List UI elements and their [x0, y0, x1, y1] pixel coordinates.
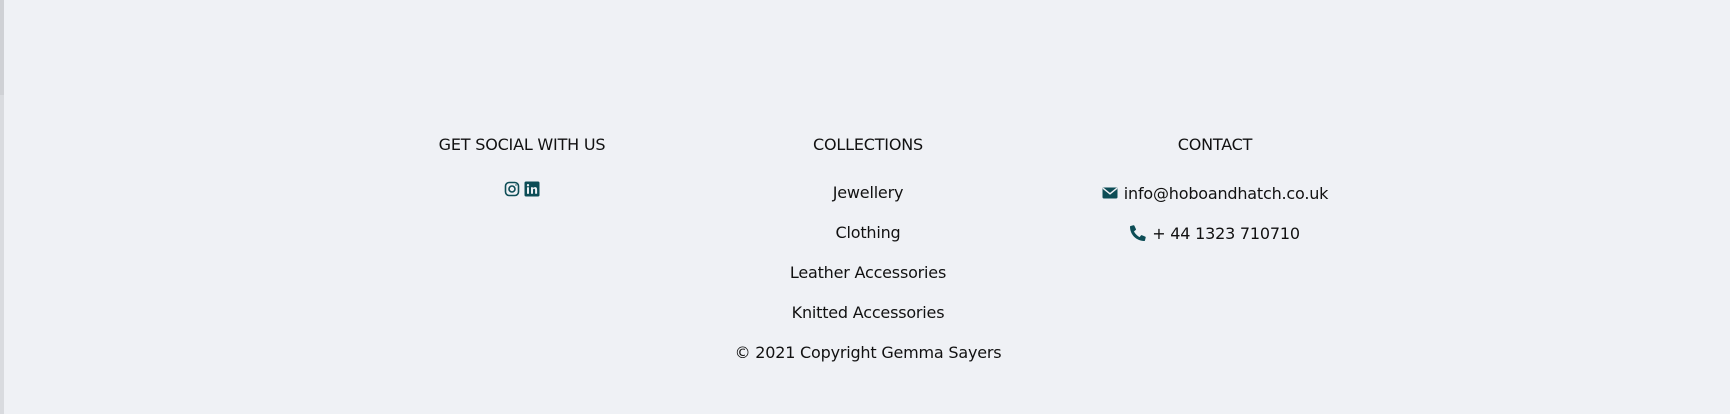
phone-text: + 44 1323 710710 — [1152, 223, 1300, 243]
collections-heading: COLLECTIONS — [813, 135, 923, 154]
collection-link-jewellery[interactable]: Jewellery — [688, 173, 1048, 213]
contact-heading: CONTACT — [1177, 135, 1253, 154]
phone-link[interactable]: + 44 1323 710710 — [1035, 213, 1395, 253]
collection-link-clothing[interactable]: Clothing — [688, 213, 1048, 253]
email-link[interactable]: info@hoboandhatch.co.uk — [1035, 173, 1395, 213]
phone-icon — [1130, 225, 1146, 241]
collection-link-knitted-accessories[interactable]: Knitted Accessories — [688, 293, 1048, 333]
window-edge-top — [0, 0, 4, 95]
social-column: GET SOCIAL WITH US — [342, 133, 702, 199]
linkedin-icon[interactable] — [524, 181, 540, 197]
collections-column: COLLECTIONS Jewellery Clothing Leather A… — [688, 133, 1048, 373]
contact-column: CONTACT info@hoboandhatch.co.uk + 44 132… — [1035, 133, 1395, 253]
contact-list: info@hoboandhatch.co.uk + 44 1323 710710 — [1035, 173, 1395, 253]
social-heading: GET SOCIAL WITH US — [438, 135, 606, 154]
instagram-icon[interactable] — [504, 181, 520, 197]
email-text: info@hoboandhatch.co.uk — [1123, 183, 1329, 203]
social-icons — [342, 181, 702, 199]
envelope-icon — [1102, 185, 1118, 201]
collection-link-leather-accessories[interactable]: Leather Accessories — [688, 253, 1048, 293]
collections-list: Jewellery Clothing Leather Accessories K… — [688, 173, 1048, 373]
copyright-text: © 2021 Copyright Gemma Sayers — [734, 343, 1002, 362]
